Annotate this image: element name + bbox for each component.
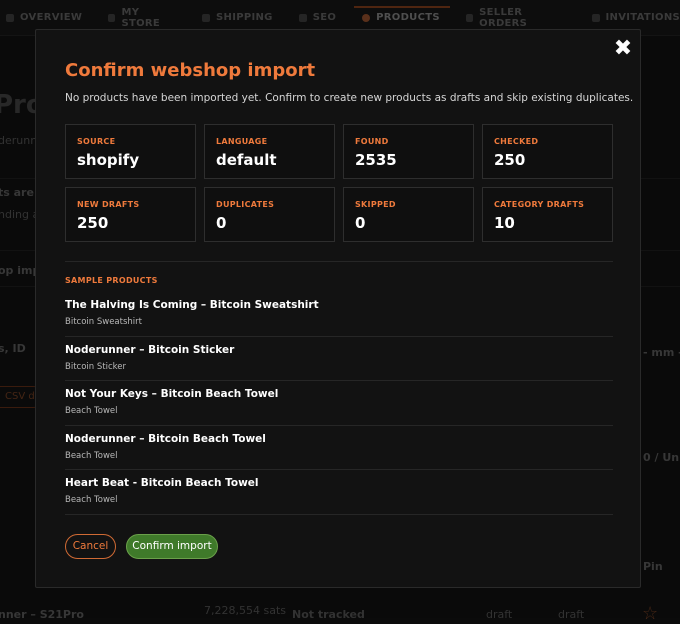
stat-value: 0 xyxy=(355,214,366,232)
section-divider xyxy=(65,261,613,262)
modal-description: No products have been imported yet. Conf… xyxy=(65,92,634,104)
stat-value: 250 xyxy=(77,214,109,232)
stat-label: LANGUAGE xyxy=(216,137,268,146)
stat-label: SOURCE xyxy=(77,137,116,146)
stat-new-drafts: NEW DRAFTS 250 xyxy=(65,187,196,242)
stat-source: SOURCE shopify xyxy=(65,124,196,179)
stat-value: 250 xyxy=(494,151,526,169)
stat-checked: CHECKED 250 xyxy=(482,124,613,179)
stats-grid: SOURCE shopify LANGUAGE default FOUND 25… xyxy=(65,124,613,242)
list-item: Not Your Keys – Bitcoin Beach Towel Beac… xyxy=(65,381,613,426)
stat-label: NEW DRAFTS xyxy=(77,200,140,209)
stat-label: CHECKED xyxy=(494,137,539,146)
sample-products-label: SAMPLE PRODUCTS xyxy=(65,276,158,285)
list-item: Noderunner – Bitcoin Beach Towel Beach T… xyxy=(65,426,613,470)
stat-label: CATEGORY DRAFTS xyxy=(494,200,585,209)
product-type: Bitcoin Sweatshirt xyxy=(65,317,142,327)
stat-value: default xyxy=(216,151,277,169)
sample-products-list: The Halving Is Coming – Bitcoin Sweatshi… xyxy=(65,292,613,515)
stat-language: LANGUAGE default xyxy=(204,124,335,179)
product-name: Noderunner – Bitcoin Sticker xyxy=(65,343,235,356)
stat-found: FOUND 2535 xyxy=(343,124,474,179)
product-type: Beach Towel xyxy=(65,495,118,505)
stat-skipped: SKIPPED 0 xyxy=(343,187,474,242)
product-name: The Halving Is Coming – Bitcoin Sweatshi… xyxy=(65,299,319,311)
stat-duplicates: DUPLICATES 0 xyxy=(204,187,335,242)
stat-label: DUPLICATES xyxy=(216,200,275,209)
stat-label: SKIPPED xyxy=(355,200,396,209)
stat-value: 0 xyxy=(216,214,227,232)
product-type: Beach Towel xyxy=(65,450,118,461)
product-name: Heart Beat - Bitcoin Beach Towel xyxy=(65,477,259,489)
close-icon[interactable]: ✖ xyxy=(611,38,635,62)
list-item: Noderunner – Bitcoin Sticker Bitcoin Sti… xyxy=(65,337,613,381)
modal-title: Confirm webshop import xyxy=(65,60,316,81)
stat-category-drafts: CATEGORY DRAFTS 10 xyxy=(482,187,613,242)
product-type: Bitcoin Sticker xyxy=(65,361,126,372)
confirm-import-modal: ✖ Confirm webshop import No products hav… xyxy=(35,29,641,588)
stat-value: shopify xyxy=(77,151,140,169)
stat-label: FOUND xyxy=(355,137,389,146)
product-type: Beach Towel xyxy=(65,406,118,416)
cancel-button[interactable]: Cancel xyxy=(65,534,116,559)
list-item: Heart Beat - Bitcoin Beach Towel Beach T… xyxy=(65,470,613,515)
stat-value: 10 xyxy=(494,214,515,232)
product-name: Noderunner – Bitcoin Beach Towel xyxy=(65,432,266,445)
confirm-import-button[interactable]: Confirm import xyxy=(126,534,218,559)
stat-value: 2535 xyxy=(355,151,397,169)
list-item: The Halving Is Coming – Bitcoin Sweatshi… xyxy=(65,292,613,337)
product-name: Not Your Keys – Bitcoin Beach Towel xyxy=(65,388,279,400)
